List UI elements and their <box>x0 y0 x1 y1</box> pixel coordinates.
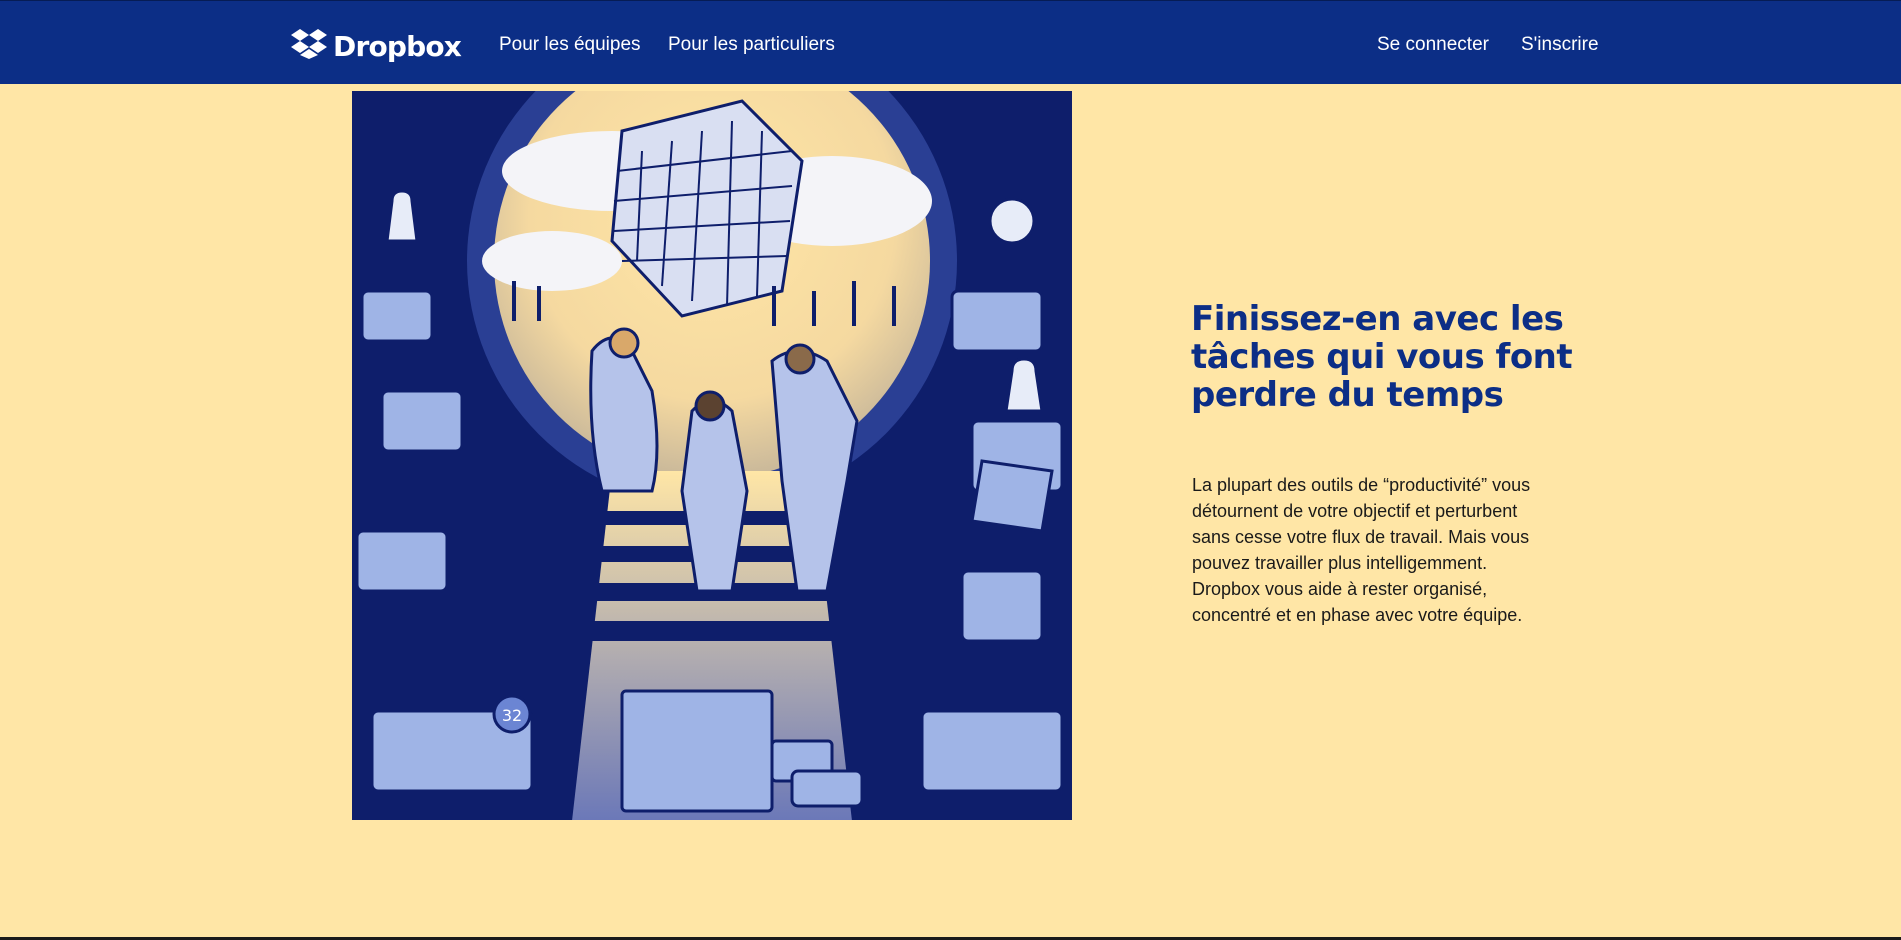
hero-description: La plupart des outils de “productivité” … <box>1192 475 1531 625</box>
signup-link[interactable]: S'inscrire <box>1521 34 1599 56</box>
hero-heading: Finissez-en avec les tâches qui vous fon… <box>1191 299 1573 415</box>
illustration-badge: 32 <box>502 706 522 725</box>
login-link[interactable]: Se connecter <box>1377 34 1489 56</box>
logo-text: Dropbox <box>333 29 462 63</box>
dropbox-logo[interactable]: Dropbox <box>291 28 462 64</box>
nav-link-individuals[interactable]: Pour les particuliers <box>668 34 835 56</box>
hero-illustration: 32 <box>352 91 1072 820</box>
dropbox-logo-icon <box>291 28 327 64</box>
nav-link-teams[interactable]: Pour les équipes <box>499 34 641 56</box>
top-navigation: Dropbox Pour les équipes Pour les partic… <box>0 0 1901 84</box>
